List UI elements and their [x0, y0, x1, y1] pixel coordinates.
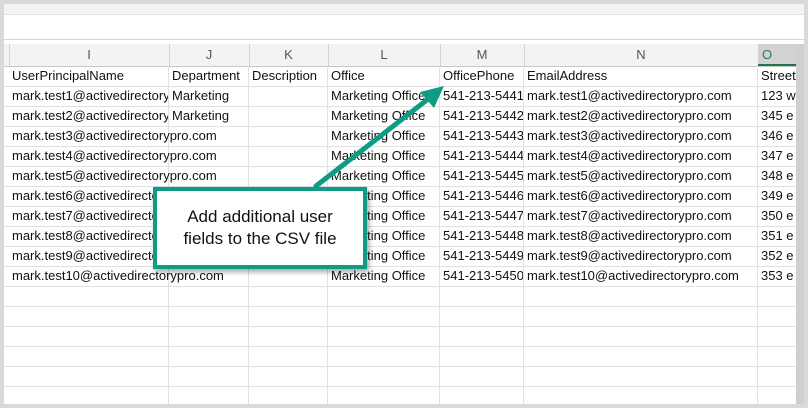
annotation-callout: Add additional user fields to the CSV fi…	[153, 187, 367, 269]
callout-arrow-icon	[313, 86, 444, 189]
spreadsheet-window: I J K L M N O UserPrincipalName Departme…	[4, 4, 804, 404]
callout-text: Add additional user fields to the CSV fi…	[183, 207, 337, 248]
